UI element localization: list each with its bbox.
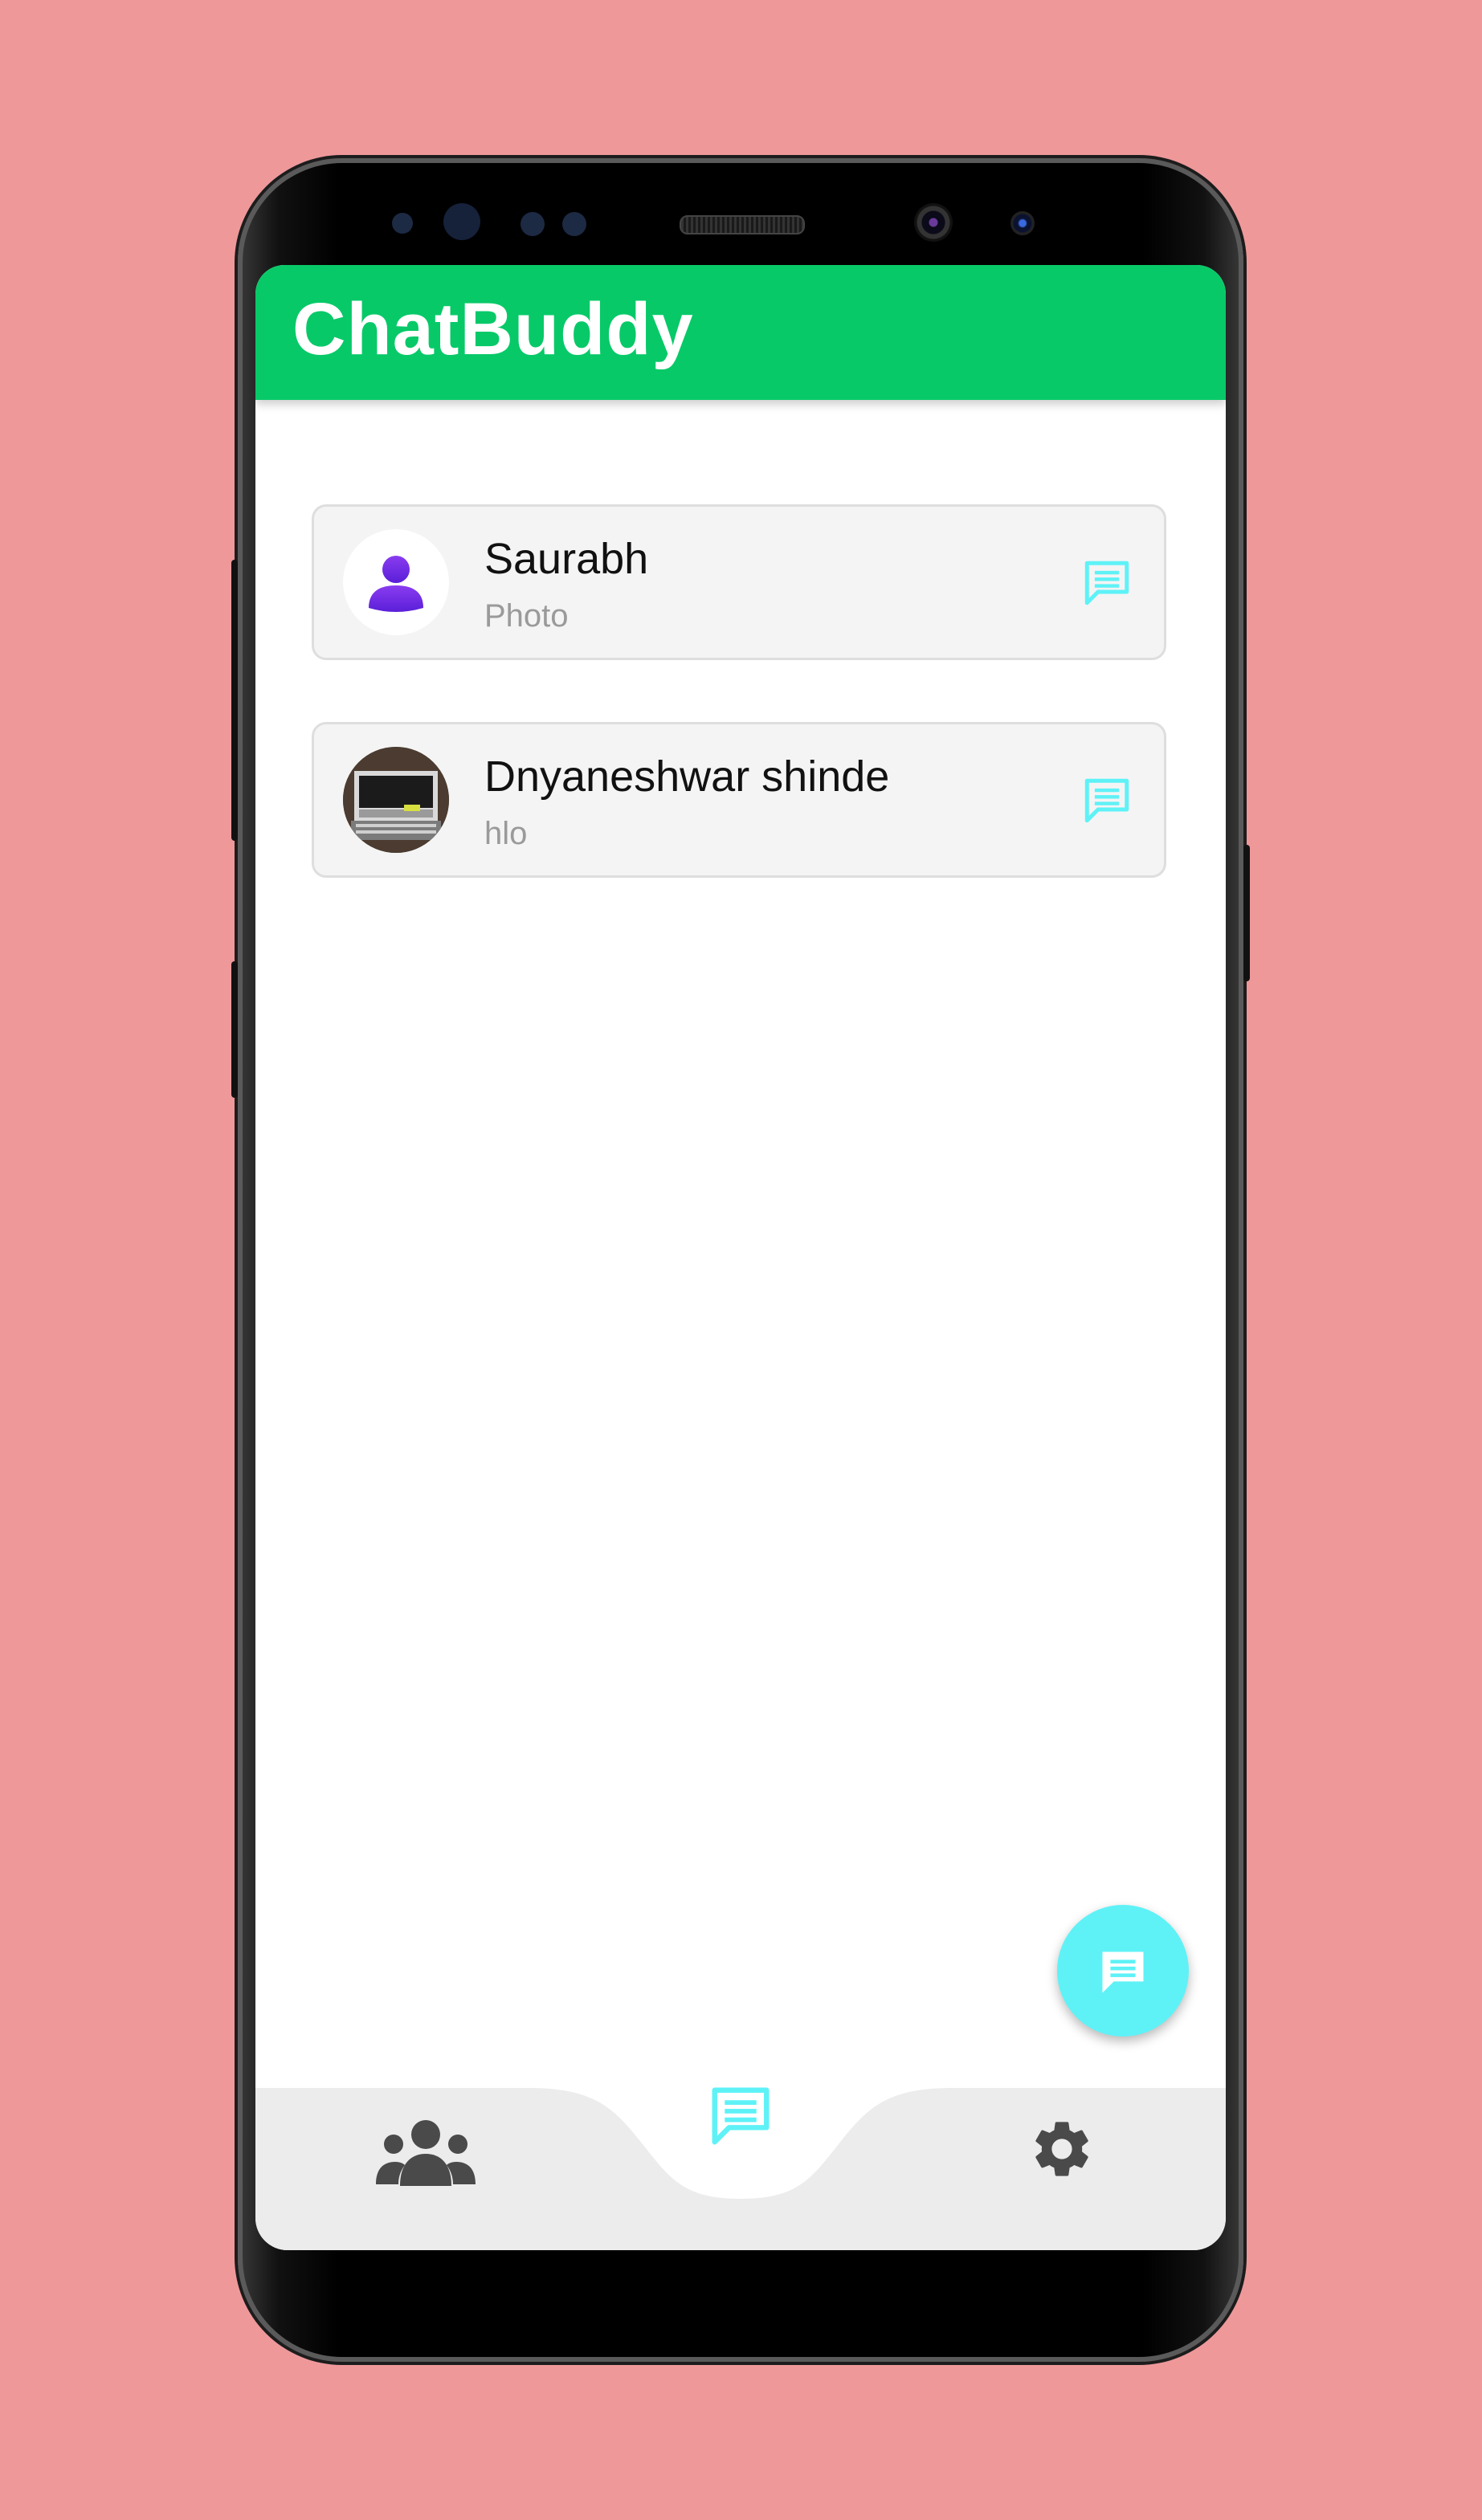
new-chat-icon: [1102, 1951, 1144, 1993]
bottom-navigation: [255, 2087, 1226, 2250]
light-sensor-icon: [521, 212, 545, 236]
contact-name: Dnyaneshwar shinde: [484, 752, 890, 801]
front-camera-icon: [914, 203, 953, 242]
people-icon[interactable]: [376, 2117, 476, 2189]
default-user-avatar: [343, 529, 449, 635]
app-title: ChatBuddy: [292, 288, 694, 370]
last-message-preview: Photo: [484, 598, 569, 634]
bixby-button: [231, 961, 238, 1098]
app-bar: ChatBuddy: [255, 265, 1226, 400]
iris-camera-icon: [1010, 211, 1035, 235]
power-button: [1243, 845, 1250, 981]
chat-icon[interactable]: [1080, 557, 1133, 610]
new-chat-fab[interactable]: [1057, 1905, 1189, 2037]
user-icon: [369, 556, 423, 612]
last-message-preview: hlo: [484, 816, 528, 851]
chat-list-item[interactable]: Dnyaneshwar shinde hlo: [312, 722, 1166, 878]
contact-photo: [343, 747, 449, 853]
chat-icon[interactable]: [1080, 774, 1133, 827]
photo-avatar: [343, 747, 449, 853]
chat-icon[interactable]: [706, 2082, 775, 2151]
earpiece-speaker: [680, 215, 805, 234]
iris-sensor-icon: [443, 203, 480, 240]
light-sensor-icon: [562, 212, 586, 236]
gear-icon[interactable]: [1028, 2115, 1096, 2183]
app-screen: ChatBuddy Saurabh Photo Dnyaneshwar shin…: [255, 265, 1226, 2250]
chat-list-item[interactable]: Saurabh Photo: [312, 504, 1166, 660]
contact-name: Saurabh: [484, 535, 649, 583]
volume-button: [231, 560, 238, 841]
proximity-sensor-icon: [392, 213, 413, 234]
